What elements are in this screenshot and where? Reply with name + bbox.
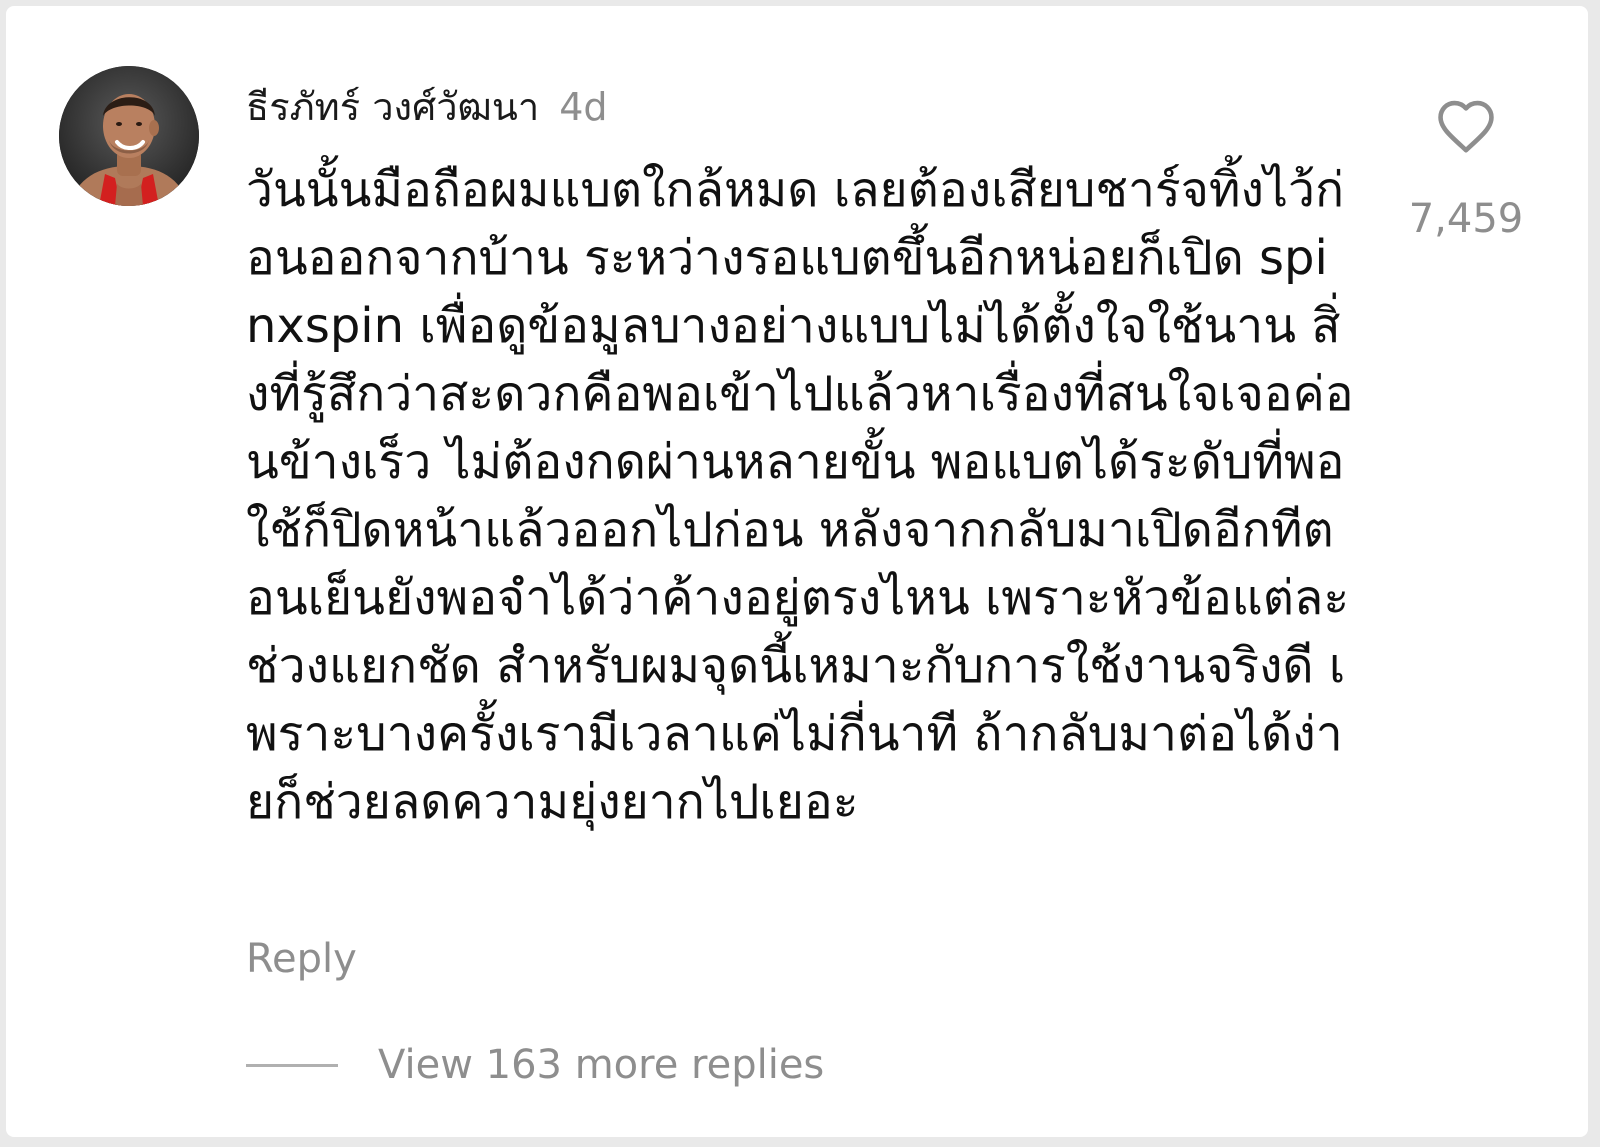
username[interactable]: ธีรภัทร์ วงศ์วัฒนา bbox=[246, 76, 539, 137]
comment-header: ธีรภัทร์ วงศ์วัฒนา 4d bbox=[246, 76, 608, 136]
comment-card: ธีรภัทร์ วงศ์วัฒนา 4d วันนั้นมือถือผมแบต… bbox=[6, 6, 1588, 1137]
avatar[interactable] bbox=[59, 66, 199, 206]
like-count: 7,459 bbox=[1408, 196, 1524, 242]
comment-timestamp: 4d bbox=[559, 85, 608, 129]
view-more-replies-button[interactable]: View 163 more replies bbox=[246, 1042, 824, 1088]
heart-outline-icon[interactable] bbox=[1435, 98, 1497, 154]
replies-divider bbox=[246, 1063, 338, 1067]
view-more-replies-label: View 163 more replies bbox=[378, 1042, 825, 1088]
comment-body: วันนั้นมือถือผมแบตใกล้หมด เลยต้องเสียบชา… bbox=[246, 162, 1354, 830]
like-control: 7,459 bbox=[1406, 98, 1526, 242]
avatar-image bbox=[59, 66, 199, 206]
reply-button[interactable]: Reply bbox=[246, 936, 357, 982]
